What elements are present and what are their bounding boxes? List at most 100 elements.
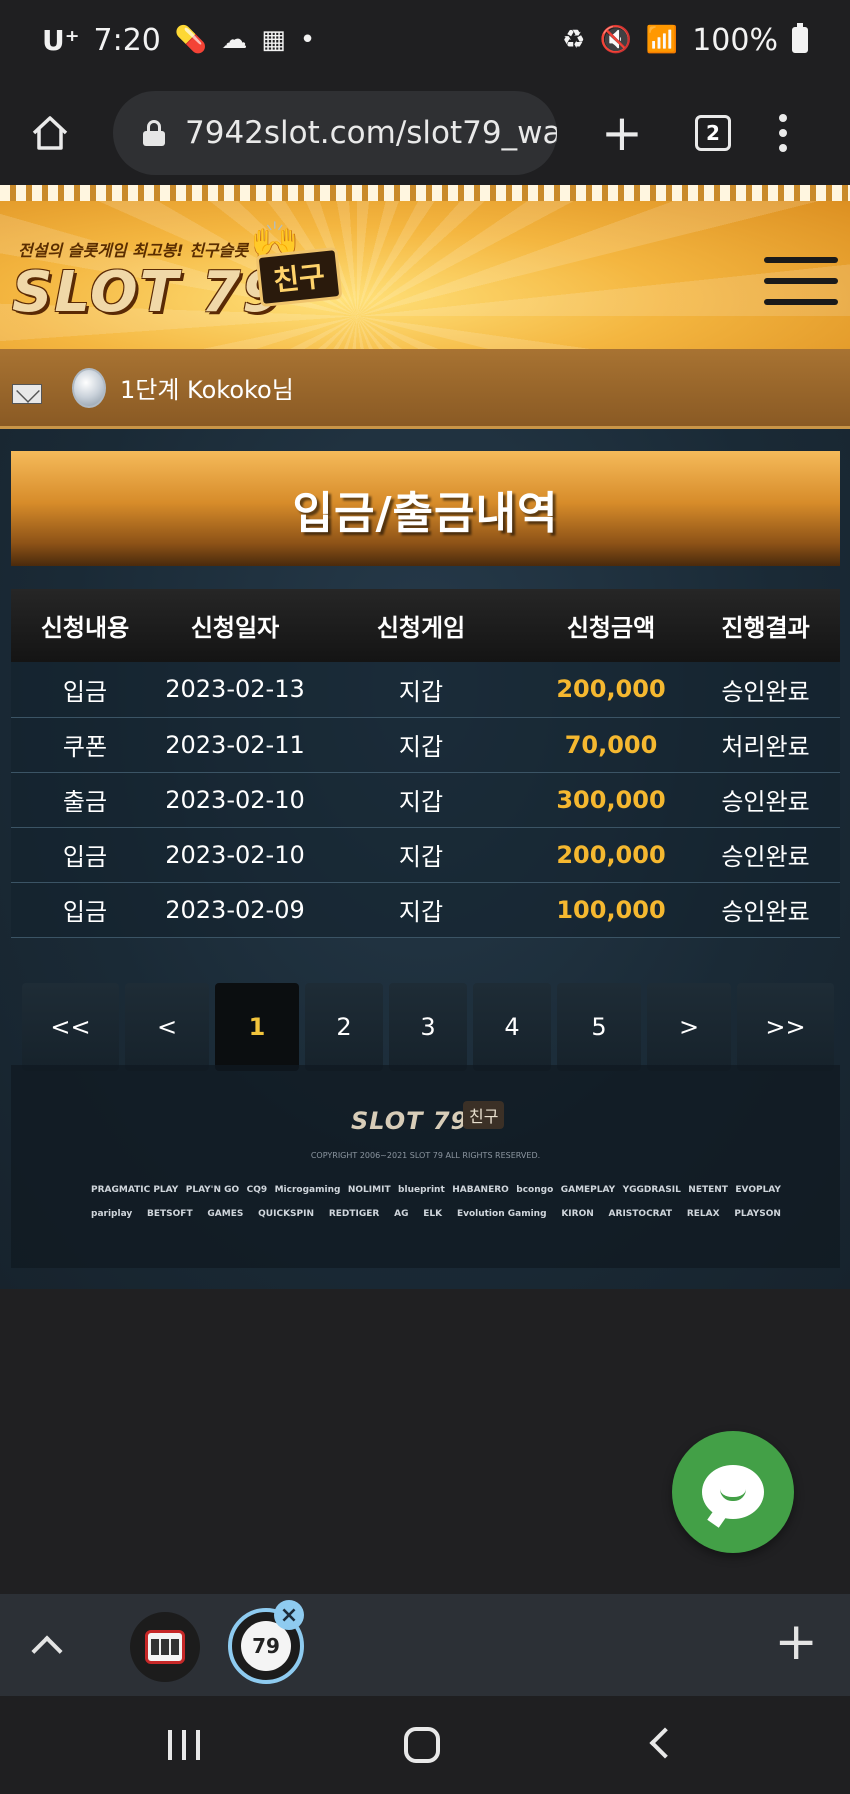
pill-icon: 💊: [174, 25, 208, 55]
provider-logo: HABANERO: [452, 1185, 509, 1195]
provider-logo: CQ9: [246, 1185, 268, 1195]
page-title-panel: 입금/출금내역: [11, 451, 840, 566]
user-bar: 1단계 Kokoko님: [0, 349, 850, 429]
column-header: 신청게임: [311, 589, 531, 662]
chevron-up-icon[interactable]: [31, 1635, 63, 1667]
nav-back-button[interactable]: [649, 1727, 681, 1759]
table-cell-game: 지갑: [311, 827, 531, 883]
table-cell-date: 2023-02-13: [159, 662, 311, 718]
provider-logo: NOLIMIT: [347, 1185, 391, 1195]
dot-icon: •: [299, 25, 316, 55]
table-cell-type: 쿠폰: [11, 717, 159, 773]
table-row: 출금 2023-02-10 지갑 300,000 승인완료: [11, 772, 840, 828]
mail-icon[interactable]: [12, 383, 42, 404]
cloud-icon: ☁: [221, 25, 248, 55]
system-nav-bar: [0, 1696, 850, 1794]
column-header: 신청일자: [159, 589, 311, 662]
provider-logo: blueprint: [398, 1185, 445, 1195]
page-4-button[interactable]: 4: [473, 983, 551, 1071]
nav-home-button[interactable]: [404, 1727, 440, 1763]
user-level-label: 1단계 Kokoko님: [120, 376, 294, 404]
recycle-icon: ♻: [562, 25, 586, 55]
pagination: << < 1 2 3 4 5 > >>: [22, 983, 834, 1071]
provider-logo: EVOPLAY: [735, 1185, 781, 1195]
table-cell-type: 입금: [11, 662, 159, 718]
provider-logo: KIRON: [561, 1209, 594, 1219]
page-title: 입금/출금내역: [292, 487, 559, 539]
battery-level: 100%: [692, 22, 778, 58]
table-cell-status: 처리완료: [691, 717, 840, 773]
table-row: 입금 2023-02-13 지갑 200,000 승인완료: [11, 662, 840, 718]
page-last-button[interactable]: >>: [737, 983, 834, 1071]
table-cell-game: 지갑: [311, 772, 531, 828]
provider-logo: Evolution Gaming: [456, 1209, 547, 1219]
page-prev-button[interactable]: <: [125, 983, 209, 1071]
tab-thumbnail-slot-machine[interactable]: [130, 1612, 200, 1682]
provider-logo: YGGDRASIL: [622, 1185, 681, 1195]
new-tab-button[interactable]: +: [597, 108, 647, 158]
qr-icon: ▦: [261, 25, 286, 55]
provider-logo: NETENT: [688, 1185, 728, 1195]
page-3-button[interactable]: 3: [389, 983, 467, 1071]
provider-logo: QUICKSPIN: [258, 1209, 315, 1219]
table-cell-date: 2023-02-10: [159, 772, 311, 828]
footer: SLOT 79 친구 COPYRIGHT 2006~2021 SLOT 79 A…: [11, 1065, 840, 1268]
chat-button[interactable]: [672, 1431, 794, 1553]
table-header-row: 신청내용 신청일자 신청게임 신청금액 진행결과: [11, 589, 840, 662]
status-bar: U⁺ 7:20 💊 ☁ ▦ • ♻ 🔇 📶 100%: [0, 0, 850, 80]
provider-logos-row-2: pariplay BETSOFT GAMES QUICKSPIN REDTIGE…: [91, 1209, 781, 1219]
page-5-button[interactable]: 5: [557, 983, 641, 1071]
table-row: 입금 2023-02-09 지갑 100,000 승인완료: [11, 882, 840, 938]
page-2-button[interactable]: 2: [305, 983, 383, 1071]
table-cell-date: 2023-02-09: [159, 882, 311, 938]
browser-toolbar: 7942slot.com/slot79_wa + 2: [0, 80, 850, 185]
home-icon: [32, 115, 68, 150]
provider-logo: RELAX: [686, 1209, 720, 1219]
home-button[interactable]: [25, 108, 75, 158]
provider-logo: BETSOFT: [147, 1209, 193, 1219]
page-1-button[interactable]: 1: [215, 983, 299, 1071]
wifi-icon: 📶: [645, 25, 679, 55]
table-cell-type: 입금: [11, 882, 159, 938]
hamburger-menu-button[interactable]: [764, 257, 838, 305]
provider-logo: AG: [394, 1209, 409, 1219]
url-bar[interactable]: 7942slot.com/slot79_wa: [113, 90, 557, 175]
table-cell-game: 지갑: [311, 662, 531, 718]
slot-machine-icon: [145, 1630, 185, 1664]
tab-group-bar: 79 × +: [0, 1594, 850, 1696]
footer-logo-badge: 친구: [463, 1101, 505, 1129]
marquee-lights: [0, 185, 850, 201]
column-header: 진행결과: [691, 589, 840, 662]
tab-switcher-button[interactable]: 2: [695, 114, 731, 151]
provider-logos-row-1: PRAGMATIC PLAY PLAY'N GO CQ9 Microgaming…: [91, 1185, 781, 1195]
table-row: 쿠폰 2023-02-11 지갑 70,000 처리완료: [11, 717, 840, 773]
logo-slogan: 전설의 슬롯게임 최고봉! 친구슬롯: [18, 241, 249, 260]
table-cell-type: 출금: [11, 772, 159, 828]
table-cell-amount: 100,000: [531, 882, 691, 938]
table-cell-game: 지갑: [311, 717, 531, 773]
table-cell-game: 지갑: [311, 882, 531, 938]
provider-logo: GAMES: [207, 1209, 244, 1219]
table-cell-amount: 70,000: [531, 717, 691, 773]
footer-logo: SLOT 79: [351, 1107, 469, 1135]
site-logo[interactable]: 전설의 슬롯게임 최고봉! 친구슬롯 SLOT 79: [12, 237, 283, 321]
add-tab-to-group-button[interactable]: +: [774, 1616, 818, 1668]
provider-logo: Microgaming: [274, 1185, 341, 1195]
provider-logo: REDTIGER: [328, 1209, 380, 1219]
provider-logo: GAMEPLAY: [560, 1185, 616, 1195]
lock-icon: [143, 119, 165, 146]
recent-apps-button[interactable]: [168, 1730, 200, 1760]
page-next-button[interactable]: >: [647, 983, 731, 1071]
chat-bubble-icon: [702, 1465, 764, 1519]
column-header: 신청내용: [11, 589, 159, 662]
provider-logo: pariplay: [91, 1209, 133, 1219]
main-content: 입금/출금내역 신청내용 신청일자 신청게임 신청금액 진행결과 입금 2023…: [0, 429, 850, 1289]
provider-logo: ARISTOCRAT: [608, 1209, 673, 1219]
provider-logo: bcongo: [516, 1185, 554, 1195]
close-tab-button[interactable]: ×: [274, 1600, 304, 1630]
provider-logo: PLAYSON: [734, 1209, 781, 1219]
more-menu-button[interactable]: [779, 113, 787, 152]
page-first-button[interactable]: <<: [22, 983, 119, 1071]
clock: 7:20: [93, 22, 161, 58]
battery-icon: [792, 23, 808, 53]
